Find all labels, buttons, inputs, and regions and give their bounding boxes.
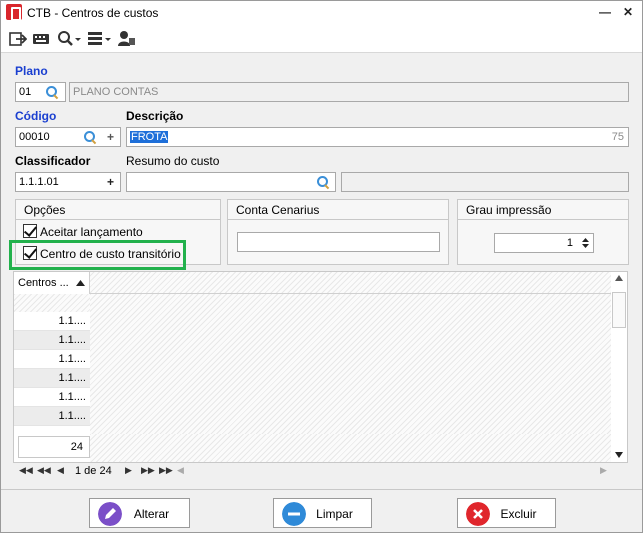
scroll-thumb[interactable]	[612, 292, 626, 328]
h-scroll-left-icon[interactable]: ◀	[177, 465, 184, 476]
exit-icon[interactable]	[9, 29, 27, 49]
classificador-label: Classificador	[15, 154, 91, 168]
search-icon[interactable]	[84, 131, 96, 143]
classificador-value: 1.1.1.01	[19, 176, 59, 188]
conta-cenarius-input[interactable]	[237, 232, 440, 252]
centros-grid: Centros ... 1.1.... 1.1.... 1.1.... 1.1.…	[13, 271, 628, 463]
title-bar: CTB - Centros de custos — ✕	[1, 1, 642, 25]
keyboard-icon[interactable]	[32, 29, 50, 49]
divider	[1, 489, 642, 490]
search-dropdown-icon[interactable]	[56, 29, 82, 49]
scroll-down-icon[interactable]	[615, 452, 623, 458]
vertical-scrollbar[interactable]	[611, 272, 627, 462]
grid-header: Centros ...	[14, 272, 611, 294]
codigo-input[interactable]: 00010 +	[15, 127, 121, 147]
grid-footer	[90, 434, 611, 462]
descricao-value: FROTA	[130, 131, 169, 143]
table-row[interactable]: 1.1....	[14, 331, 90, 350]
list-dropdown-icon[interactable]	[87, 29, 113, 49]
search-icon[interactable]	[317, 176, 329, 188]
descricao-input[interactable]: FROTA 75	[126, 127, 629, 147]
excluir-button[interactable]: Excluir	[457, 498, 556, 528]
plano-label: Plano	[15, 64, 48, 78]
grau-impressao-value: 1	[566, 237, 573, 249]
resumo-description-field	[341, 172, 629, 192]
column-header-label: Centros ...	[18, 277, 69, 289]
last-page-icon[interactable]: ▶▶	[159, 465, 173, 476]
column-header-centros[interactable]: Centros ...	[14, 272, 90, 294]
minimize-icon[interactable]: —	[597, 4, 613, 20]
main-window: CTB - Centros de custos — ✕ Plano 01 PLA…	[0, 0, 643, 533]
table-row[interactable]: 1.1....	[14, 369, 90, 388]
alterar-label: Alterar	[133, 507, 170, 521]
grid-filler	[14, 294, 90, 312]
plano-name-value: PLANO CONTAS	[73, 86, 159, 98]
excluir-label: Excluir	[500, 507, 537, 521]
add-icon[interactable]: +	[107, 173, 114, 191]
plano-name-field: PLANO CONTAS	[69, 82, 629, 102]
table-row[interactable]: 1.1....	[14, 312, 90, 331]
resumo-input[interactable]	[126, 172, 336, 192]
add-icon[interactable]: +	[107, 128, 114, 146]
opcoes-title: Opções	[16, 200, 220, 220]
codigo-value: 00010	[19, 131, 50, 143]
user-icon[interactable]	[117, 29, 137, 49]
classificador-input[interactable]: 1.1.1.01 +	[15, 172, 121, 192]
toolbar	[1, 25, 642, 53]
aceitar-lancamento-checkbox[interactable]	[23, 224, 37, 238]
pager: ◀◀ ◀◀ ◀ 1 de 24 ▶ ▶▶ ▶▶ ◀ ▶	[13, 463, 628, 481]
sort-ascending-icon	[76, 280, 85, 286]
search-icon[interactable]	[46, 86, 58, 98]
descricao-char-counter: 75	[611, 131, 624, 143]
codigo-label: Código	[15, 109, 57, 123]
table-row[interactable]: 1.1....	[14, 407, 90, 426]
h-scroll-right-icon[interactable]: ▶	[600, 465, 607, 476]
descricao-label: Descrição	[126, 109, 184, 123]
page-indicator: 1 de 24	[75, 465, 112, 477]
grid-empty-area	[90, 294, 611, 436]
prev-page-icon[interactable]: ◀	[57, 465, 64, 476]
table-row[interactable]: 1.1....	[14, 350, 90, 369]
record-count: 24	[18, 436, 90, 458]
alterar-button[interactable]: Alterar	[89, 498, 190, 528]
aceitar-lancamento-label: Aceitar lançamento	[40, 225, 143, 239]
resumo-label: Resumo do custo	[126, 154, 220, 168]
conta-cenarius-title: Conta Cenarius	[228, 200, 448, 220]
close-icon[interactable]: ✕	[620, 4, 636, 20]
window-title: CTB - Centros de custos	[27, 6, 159, 20]
limpar-label: Limpar	[316, 507, 353, 521]
next-set-icon[interactable]: ▶▶	[141, 465, 155, 476]
highlight-box	[9, 240, 186, 270]
spin-arrows-icon[interactable]	[581, 236, 590, 250]
grau-impressao-group: Grau impressão	[457, 199, 629, 265]
limpar-button[interactable]: Limpar	[273, 498, 372, 528]
table-row[interactable]: 1.1....	[14, 388, 90, 407]
scroll-up-icon[interactable]	[615, 275, 623, 281]
app-logo-icon	[6, 4, 22, 21]
grau-impressao-title: Grau impressão	[458, 200, 628, 220]
prev-set-icon[interactable]: ◀◀	[37, 465, 51, 476]
first-page-icon[interactable]: ◀◀	[19, 465, 33, 476]
plano-code-input[interactable]: 01	[15, 82, 66, 102]
next-page-icon[interactable]: ▶	[125, 465, 132, 476]
plano-code-value: 01	[19, 86, 32, 98]
grau-impressao-stepper[interactable]: 1	[494, 233, 594, 253]
